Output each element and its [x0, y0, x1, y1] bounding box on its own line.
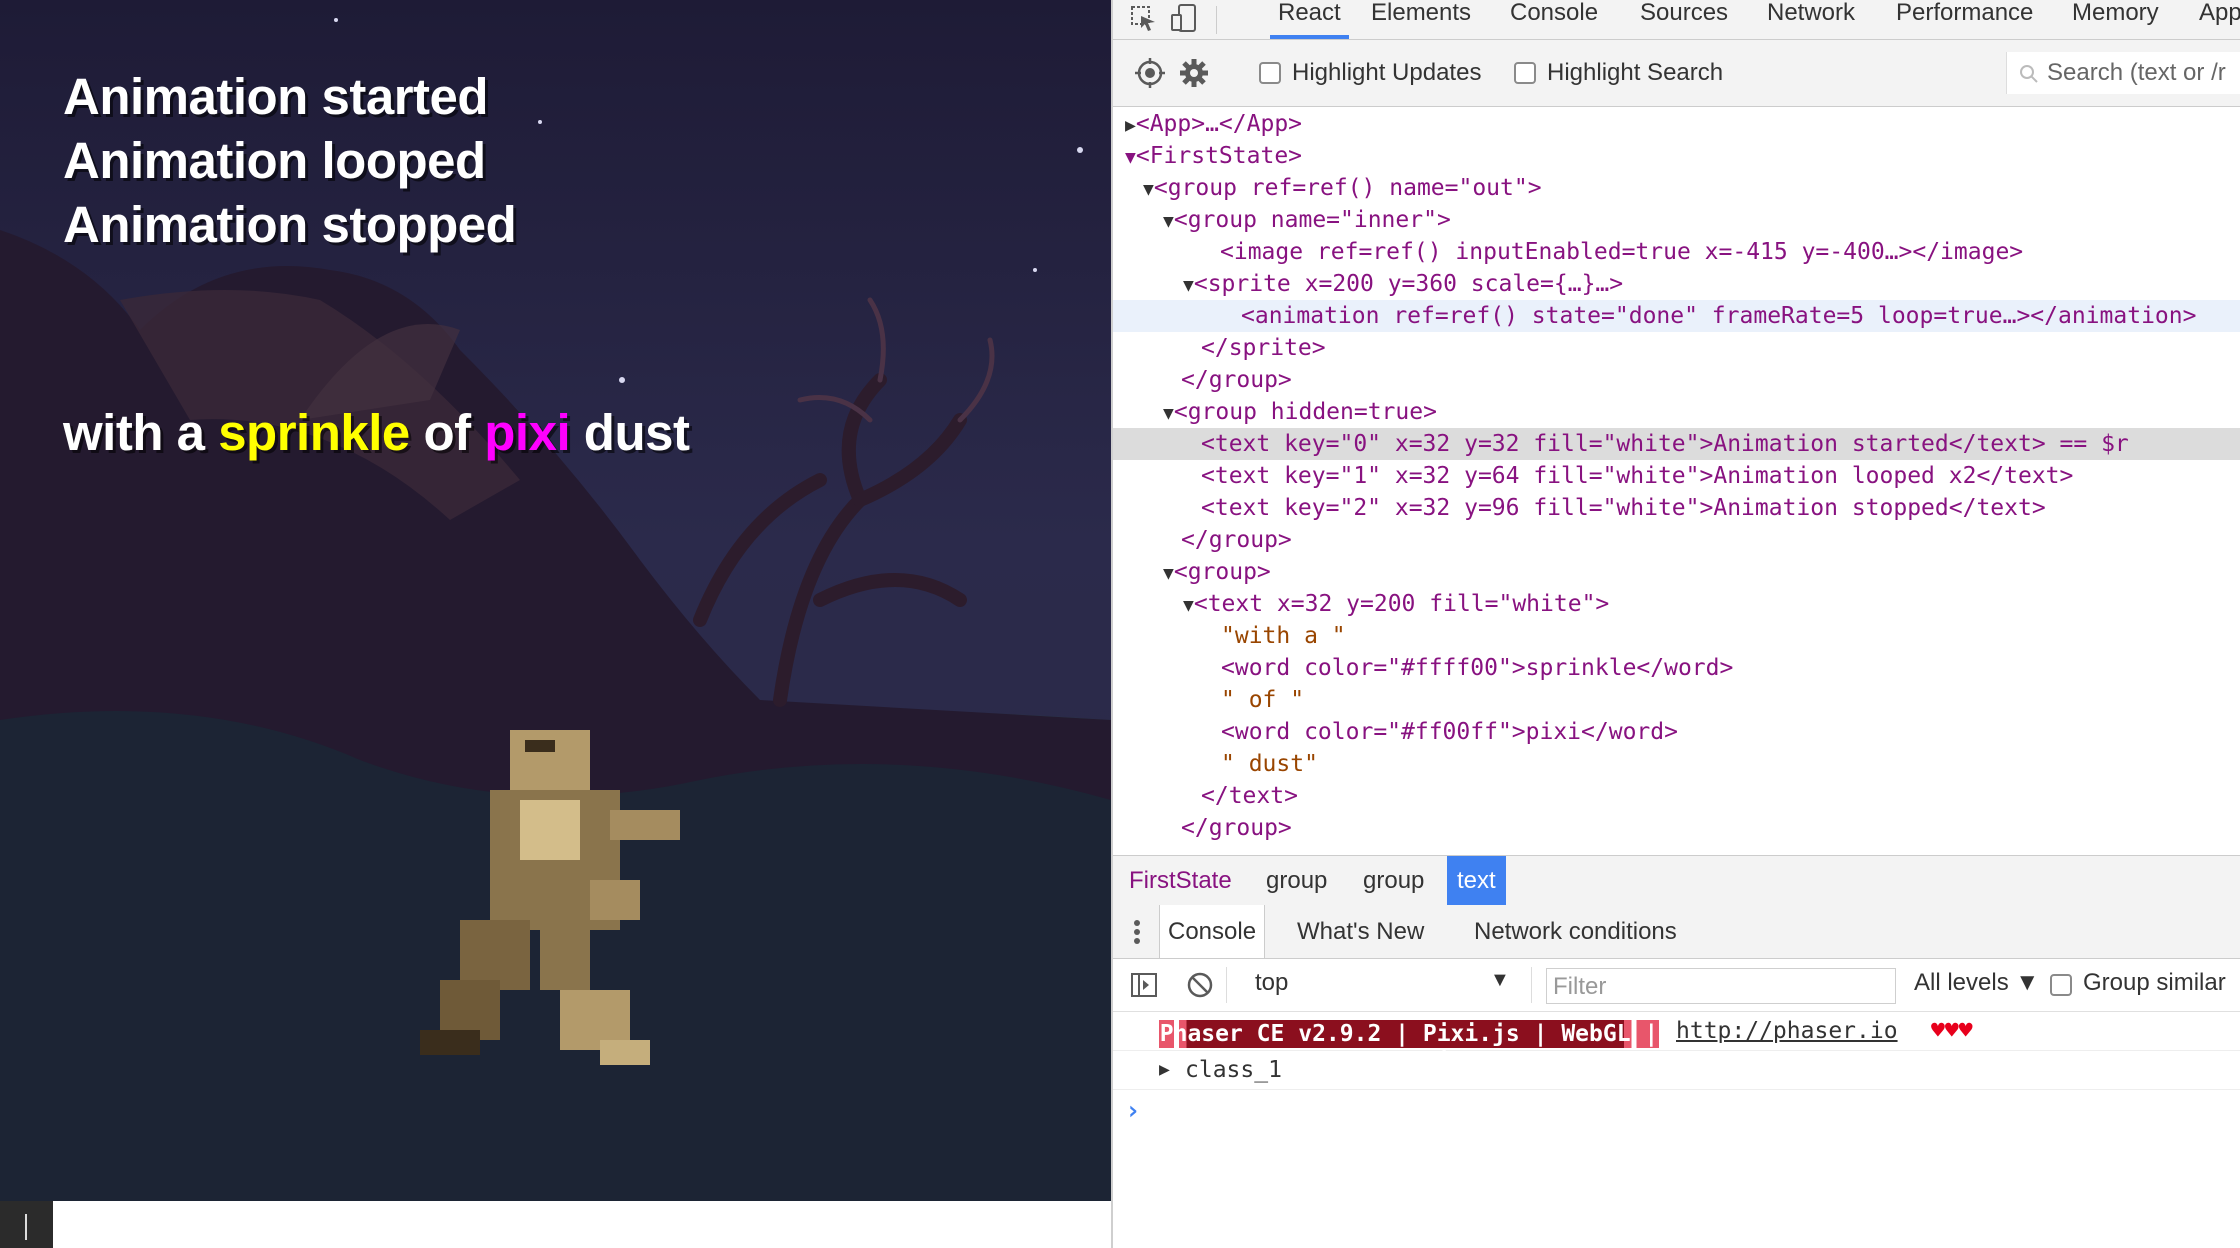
group-similar-checkbox[interactable]	[2050, 974, 2072, 996]
tab-network[interactable]: Network	[1759, 0, 1863, 39]
more-options-icon[interactable]	[1133, 919, 1141, 945]
tree-row[interactable]: ▼<sprite x=200 y=360 scale={…}…>	[1113, 268, 2240, 300]
hearts-icon: ♥♥♥	[1931, 1018, 1973, 1044]
expand-triangle-icon[interactable]: ▶	[1159, 1051, 1170, 1089]
tab-react[interactable]: React	[1270, 0, 1349, 39]
filter-placeholder: Filter	[1553, 973, 1607, 1000]
tree-row[interactable]: <text key="1" x=32 y=64 fill="white">Ani…	[1113, 460, 2240, 492]
caption-word-sprinkle: sprinkle	[218, 404, 410, 461]
devtools-tab-bar: React Elements Console Sources Network P…	[1113, 0, 2240, 40]
sprinkle-caption: with a sprinkle of pixi dust	[63, 401, 690, 465]
corner-toggle-button[interactable]	[0, 1201, 53, 1248]
tab-console[interactable]: Console	[1502, 0, 1606, 39]
crumb-group[interactable]: group	[1256, 856, 1337, 905]
highlight-updates-checkbox[interactable]	[1259, 62, 1281, 84]
caption-suffix: dust	[570, 404, 690, 461]
tab-memory[interactable]: Memory	[2064, 0, 2167, 39]
tree-row-selected[interactable]: <text key="0" x=32 y=32 fill="white">Ani…	[1113, 428, 2240, 460]
console-filter-input[interactable]: Filter	[1546, 968, 1896, 1004]
settings-gear-icon[interactable]	[1178, 57, 1210, 89]
highlight-search-checkbox[interactable]	[1514, 62, 1536, 84]
devtools-panel: React Elements Console Sources Network P…	[1113, 0, 2240, 1248]
react-toolbar: Highlight Updates Highlight Search Searc…	[1113, 40, 2240, 107]
tree-row[interactable]: ▼<group name="inner">	[1113, 204, 2240, 236]
tree-row[interactable]: ▼<group hidden=true>	[1113, 396, 2240, 428]
page-bottom-strip	[0, 1201, 1111, 1248]
tree-row[interactable]: </text>	[1113, 780, 2240, 812]
drawer-tab-network-conditions[interactable]: Network conditions	[1466, 905, 1685, 958]
tab-performance[interactable]: Performance	[1888, 0, 2041, 39]
console-toolbar: top ▼ Filter All levels ▼ Group similar	[1113, 959, 2240, 1012]
console-object-row[interactable]: ▶ class_1	[1113, 1051, 2240, 1090]
console-output: Phaser CE v2.9.2 | Pixi.js | WebGL | Web…	[1113, 1012, 2240, 1248]
tree-row[interactable]: </group>	[1113, 364, 2240, 396]
tab-application[interactable]: App	[2191, 0, 2240, 39]
select-component-icon[interactable]	[1134, 57, 1166, 89]
component-tree: ▶<App>…</App> ▼<FirstState> ▼<group ref=…	[1113, 107, 2240, 855]
clear-console-icon[interactable]	[1186, 971, 1214, 999]
tree-row[interactable]: </sprite>	[1113, 332, 2240, 364]
highlight-updates-label: Highlight Updates	[1292, 59, 1482, 86]
phaser-banner: Phaser CE v2.9.2 | Pixi.js | WebGL | Web…	[1159, 1020, 1659, 1075]
console-prompt-icon[interactable]: ›	[1125, 1096, 1141, 1126]
crumb-text[interactable]: text	[1447, 856, 1506, 905]
tree-row[interactable]: " of "	[1113, 684, 2240, 716]
tab-elements[interactable]: Elements	[1363, 0, 1479, 39]
crumb-group[interactable]: group	[1353, 856, 1434, 905]
tree-row[interactable]: ▼<group ref=ref() name="out">	[1113, 172, 2240, 204]
search-placeholder: Search (text or /r	[2047, 59, 2226, 86]
tree-row[interactable]: "with a "	[1113, 620, 2240, 652]
device-toolbar-icon[interactable]	[1169, 2, 1201, 34]
tree-row[interactable]: <text key="2" x=32 y=96 fill="white">Ani…	[1113, 492, 2240, 524]
console-object-name: class_1	[1185, 1057, 1282, 1083]
tab-sources[interactable]: Sources	[1632, 0, 1736, 39]
tree-row[interactable]: <image ref=ref() inputEnabled=true x=-41…	[1113, 236, 2240, 268]
breadcrumb: FirstState group group text	[1113, 855, 2240, 906]
phaser-link[interactable]: http://phaser.io	[1676, 1012, 1898, 1050]
context-select[interactable]: top	[1255, 969, 1288, 997]
tree-row[interactable]: <word color="#ffff00">sprinkle</word>	[1113, 652, 2240, 684]
tree-row[interactable]: ▼<group>	[1113, 556, 2240, 588]
tree-row-animation[interactable]: <animation ref=ref() state="done" frameR…	[1113, 300, 2240, 332]
game-canvas[interactable]: Animation started Animation looped Anima…	[0, 0, 1111, 1201]
status-line-started: Animation started	[63, 68, 489, 125]
crumb-firststate[interactable]: FirstState	[1119, 856, 1242, 905]
tree-row[interactable]: ▼<text x=32 y=200 fill="white">	[1113, 588, 2240, 620]
drawer-tab-whats-new[interactable]: What's New	[1289, 905, 1432, 958]
context-dropdown-icon[interactable]: ▼	[1490, 969, 1510, 992]
console-message: Phaser CE v2.9.2 | Pixi.js | WebGL | Web…	[1113, 1012, 2240, 1075]
status-line-stopped: Animation stopped	[63, 196, 517, 253]
caption-middle: of	[409, 404, 485, 461]
tree-row[interactable]: " dust"	[1113, 748, 2240, 780]
tree-row[interactable]: ▼<FirstState>	[1113, 140, 2240, 172]
search-icon	[2020, 65, 2038, 83]
tree-row[interactable]: ▶<App>…</App>	[1113, 108, 2240, 140]
component-search-input[interactable]: Search (text or /r	[2006, 52, 2240, 94]
highlight-search-label: Highlight Search	[1547, 59, 1724, 86]
tree-row[interactable]: </group>	[1113, 524, 2240, 556]
tree-row[interactable]: <word color="#ff00ff">pixi</word>	[1113, 716, 2240, 748]
status-line-looped: Animation looped	[63, 132, 486, 189]
inspect-element-icon[interactable]	[1129, 4, 1159, 34]
caption-word-pixi: pixi	[484, 404, 571, 461]
sidebar-toggle-icon[interactable]	[1130, 972, 1158, 998]
caption-prefix: with a	[63, 404, 219, 461]
tree-row[interactable]: </group>	[1113, 812, 2240, 844]
group-similar-label: Group similar	[2083, 969, 2226, 996]
drawer-tab-console[interactable]: Console	[1159, 905, 1266, 958]
tree-branches	[693, 373, 967, 707]
drawer-tab-bar: Console What's New Network conditions	[1113, 905, 2240, 959]
log-levels-dropdown[interactable]: All levels ▼	[1914, 969, 2039, 997]
